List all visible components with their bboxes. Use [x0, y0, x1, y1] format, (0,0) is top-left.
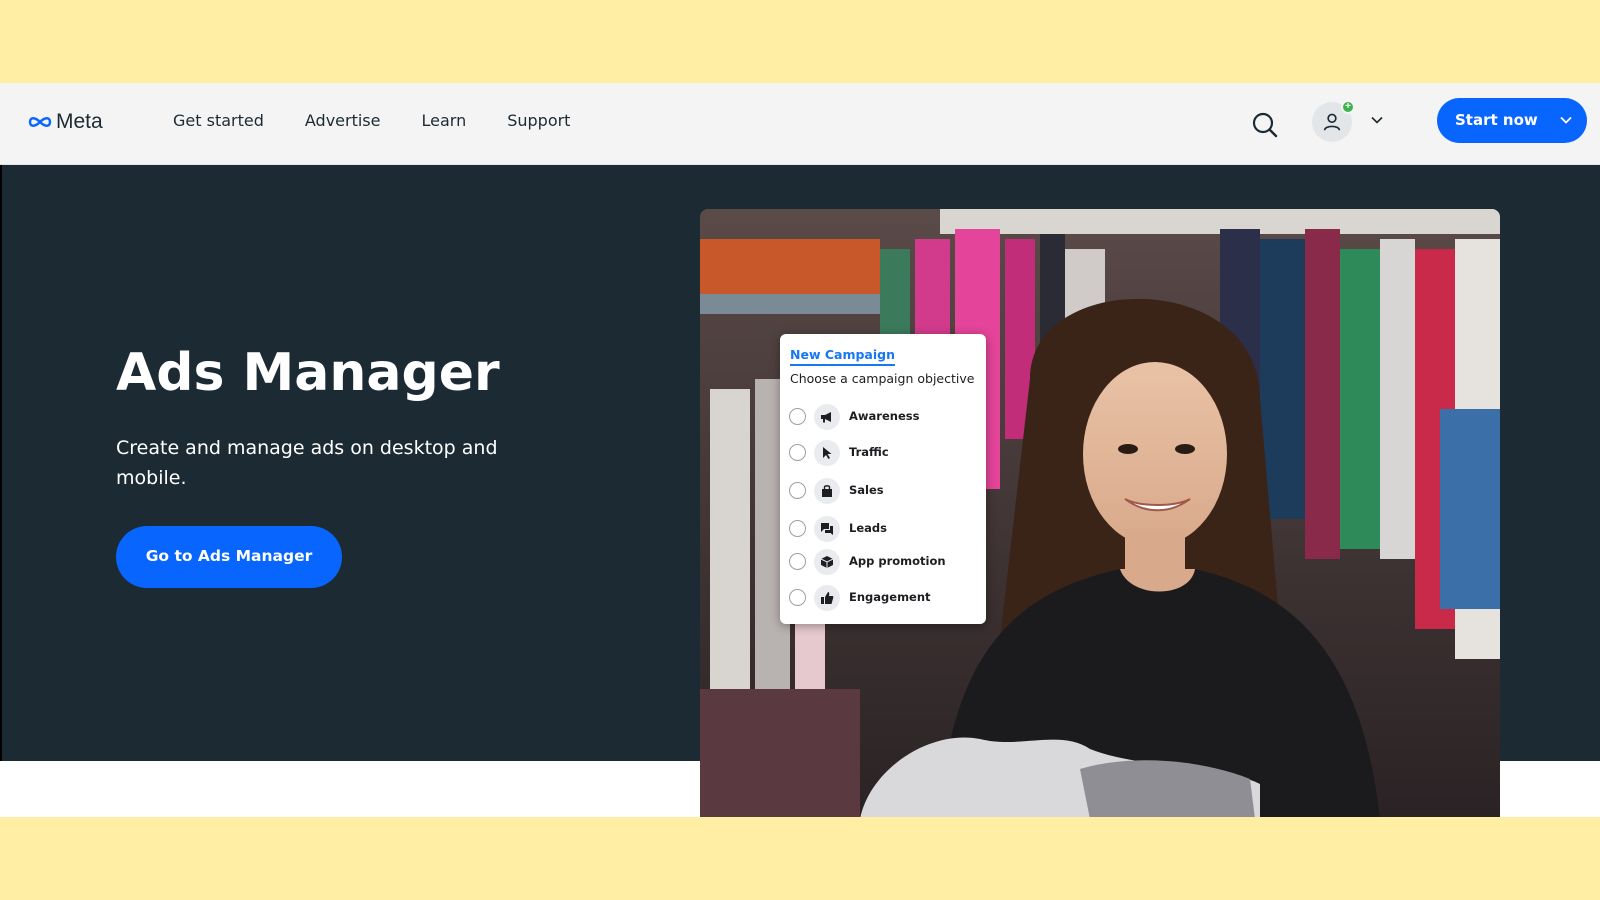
radio-button[interactable]	[789, 553, 806, 570]
objective-option-leads[interactable]: Leads	[789, 516, 979, 542]
option-label: Leads	[849, 521, 887, 535]
meta-infinity-icon	[28, 117, 52, 127]
objective-option-engagement[interactable]: Engagement	[789, 585, 979, 611]
campaign-objective-card: New Campaign Choose a campaign objective…	[780, 334, 986, 624]
radio-button[interactable]	[789, 520, 806, 537]
chevron-down-icon	[1371, 116, 1383, 124]
chevron-down-icon[interactable]	[1559, 113, 1573, 127]
objective-option-sales[interactable]: Sales	[789, 478, 979, 504]
option-label: Awareness	[849, 409, 920, 423]
cursor-icon	[814, 440, 840, 466]
objective-option-app-promotion[interactable]: App promotion	[789, 549, 979, 575]
nav-item-support[interactable]: Support	[507, 111, 570, 130]
card-subtitle: Choose a campaign objective	[790, 371, 975, 386]
go-to-ads-manager-button[interactable]: Go to Ads Manager	[116, 526, 342, 588]
radio-button[interactable]	[789, 444, 806, 461]
option-label: Traffic	[849, 445, 889, 459]
shopping-bag-icon	[814, 478, 840, 504]
option-label: Sales	[849, 483, 884, 497]
nav-item-learn[interactable]: Learn	[421, 111, 466, 130]
hero-subtitle: Create and manage ads on desktop and mob…	[116, 437, 498, 489]
chat-bubbles-icon	[814, 516, 840, 542]
search-button[interactable]	[1250, 110, 1280, 140]
option-label: App promotion	[849, 554, 946, 568]
nav-item-get-started[interactable]: Get started	[173, 111, 264, 130]
person-icon	[1323, 113, 1341, 131]
objective-option-traffic[interactable]: Traffic	[789, 440, 979, 466]
start-now-label: Start now	[1455, 111, 1538, 129]
start-now-button[interactable]: Start now	[1437, 98, 1587, 143]
account-menu-chevron[interactable]	[1370, 113, 1384, 127]
meta-logo[interactable]: Meta	[28, 110, 103, 134]
account-avatar[interactable]: +	[1312, 100, 1355, 142]
radio-button[interactable]	[789, 408, 806, 425]
search-icon	[1252, 112, 1278, 138]
radio-button[interactable]	[789, 589, 806, 606]
thumbs-up-icon	[814, 585, 840, 611]
new-campaign-tab[interactable]: New Campaign	[790, 347, 895, 366]
box-icon	[814, 549, 840, 575]
nav-item-advertise[interactable]: Advertise	[305, 111, 381, 130]
main-nav: Get started Advertise Learn Support	[173, 111, 611, 130]
logo-text: Meta	[56, 110, 103, 133]
radio-button[interactable]	[789, 482, 806, 499]
go-to-ads-manager-label: Go to Ads Manager	[145, 547, 313, 565]
option-label: Engagement	[849, 590, 931, 604]
viewport-edge	[0, 165, 2, 817]
site-header: Meta Get started Advertise Learn Support…	[0, 83, 1600, 165]
objective-option-awareness[interactable]: Awareness	[789, 404, 979, 430]
browser-viewport: Meta Get started Advertise Learn Support…	[0, 83, 1600, 817]
account-badge: +	[1341, 100, 1355, 114]
page-title: Ads Manager	[116, 343, 500, 403]
megaphone-icon	[814, 404, 840, 430]
